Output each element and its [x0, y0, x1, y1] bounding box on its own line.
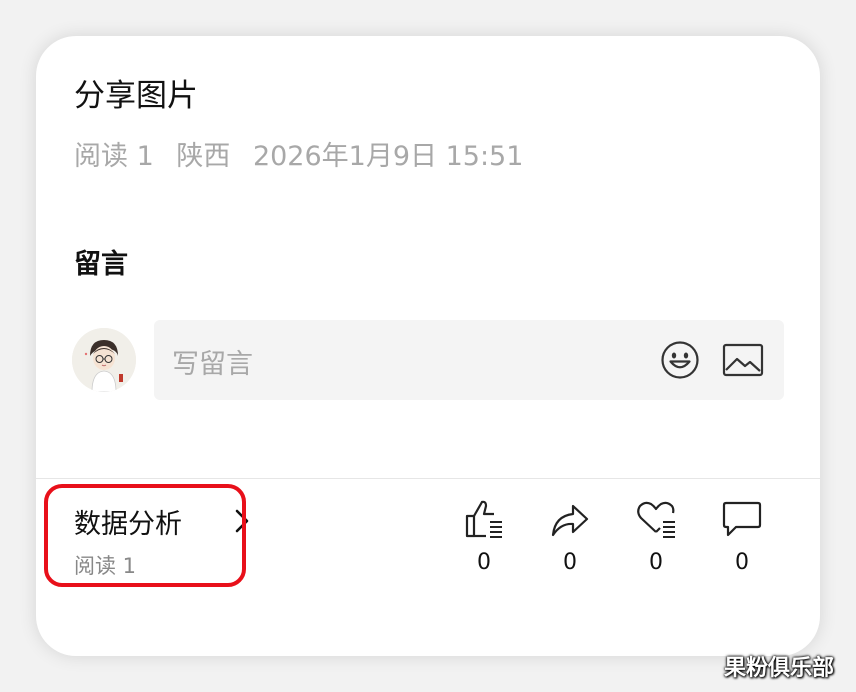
comment-button[interactable]: 0: [714, 498, 770, 578]
share-button[interactable]: 0: [542, 498, 598, 578]
heart-list-icon: [637, 501, 675, 538]
favorite-count: 0: [649, 550, 663, 575]
share-count: 0: [563, 550, 577, 575]
post-card: 分享图片 阅读 1 陕西 2026年1月9日 15:51 留言 写留言 数据分析…: [36, 36, 820, 656]
post-title: 分享图片: [74, 78, 198, 114]
comment-placeholder: 写留言: [172, 349, 253, 380]
avatar-illustration: [72, 328, 136, 392]
avatar[interactable]: [72, 328, 136, 392]
highlight-annotation: [44, 484, 246, 587]
thumbs-up-icon: [465, 500, 502, 538]
location: 陕西: [176, 141, 231, 172]
post-meta: 阅读 1 陕西 2026年1月9日 15:51: [74, 134, 537, 173]
comments-section-title: 留言: [74, 249, 128, 280]
favorite-button[interactable]: 0: [628, 498, 684, 578]
comment-count: 0: [735, 550, 749, 575]
watermark: 果粉俱乐部: [724, 656, 835, 681]
post-datetime: 2026年1月9日 15:51: [252, 141, 524, 172]
like-button[interactable]: 0: [456, 498, 512, 578]
divider: [36, 478, 820, 479]
comment-input[interactable]: 写留言: [154, 320, 784, 400]
share-arrow-icon: [551, 504, 589, 537]
like-count: 0: [477, 550, 491, 575]
read-count: 阅读 1: [74, 141, 154, 172]
speech-bubble-icon: [722, 501, 762, 537]
smiley-face-icon[interactable]: [660, 340, 700, 380]
image-icon[interactable]: [722, 342, 764, 378]
